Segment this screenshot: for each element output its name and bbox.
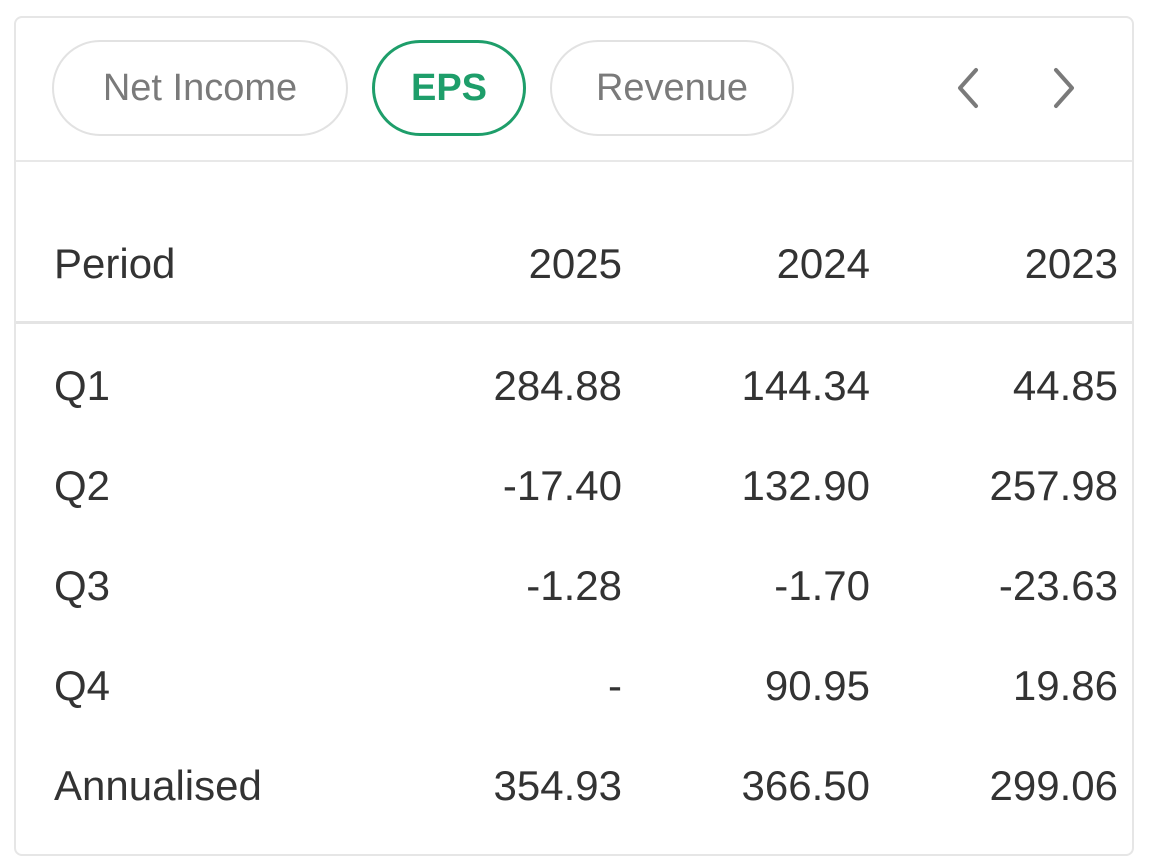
column-header-2023: 2023 [1024, 240, 1118, 287]
cell-2023: 44.85 [1012, 362, 1118, 409]
cell-2023: 257.98 [989, 462, 1118, 509]
eps-card: Net Income EPS Revenue Period 2025 2024 … [14, 16, 1134, 856]
cell-2023: 299.06 [989, 762, 1118, 809]
cell-2024: 144.34 [741, 362, 870, 409]
cell-2024: -1.70 [774, 562, 870, 609]
tab-eps[interactable]: EPS [372, 40, 526, 136]
row-label: Q1 [54, 362, 111, 409]
row-label: Annualised [54, 762, 262, 809]
column-header-2024: 2024 [776, 240, 870, 287]
cell-2025: 354.93 [493, 762, 622, 809]
table-row-q3: Q3 -1.28 -1.70 -23.63 [16, 540, 1132, 640]
chevron-left-icon[interactable] [946, 64, 994, 112]
row-label: Q2 [54, 462, 111, 509]
table-header-row: Period 2025 2024 2023 [16, 204, 1132, 324]
column-header-period: Period [54, 240, 176, 287]
cell-2025: -17.40 [502, 462, 622, 509]
row-label: Q3 [54, 562, 111, 609]
cell-2023: 19.86 [1012, 662, 1118, 709]
table-row-q2: Q2 -17.40 132.90 257.98 [16, 440, 1132, 540]
cell-2025: -1.28 [526, 562, 622, 609]
chevron-right-icon[interactable] [1038, 64, 1086, 112]
tab-net-income[interactable]: Net Income [52, 40, 348, 136]
cell-2024: 132.90 [741, 462, 870, 509]
cell-2025: 284.88 [493, 362, 622, 409]
table-row-q1: Q1 284.88 144.34 44.85 [16, 340, 1132, 440]
table-row-q4: Q4 - 90.95 19.86 [16, 640, 1132, 740]
column-header-2025: 2025 [528, 240, 622, 287]
row-label: Q4 [54, 662, 111, 709]
cell-2023: -23.63 [998, 562, 1118, 609]
tab-revenue[interactable]: Revenue [550, 40, 794, 136]
table-row-annualised: Annualised 354.93 366.50 299.06 [16, 740, 1132, 840]
cell-2024: 90.95 [764, 662, 870, 709]
metric-tab-bar: Net Income EPS Revenue [16, 18, 1132, 162]
cell-2025: - [608, 662, 622, 709]
cell-2024: 366.50 [741, 762, 870, 809]
